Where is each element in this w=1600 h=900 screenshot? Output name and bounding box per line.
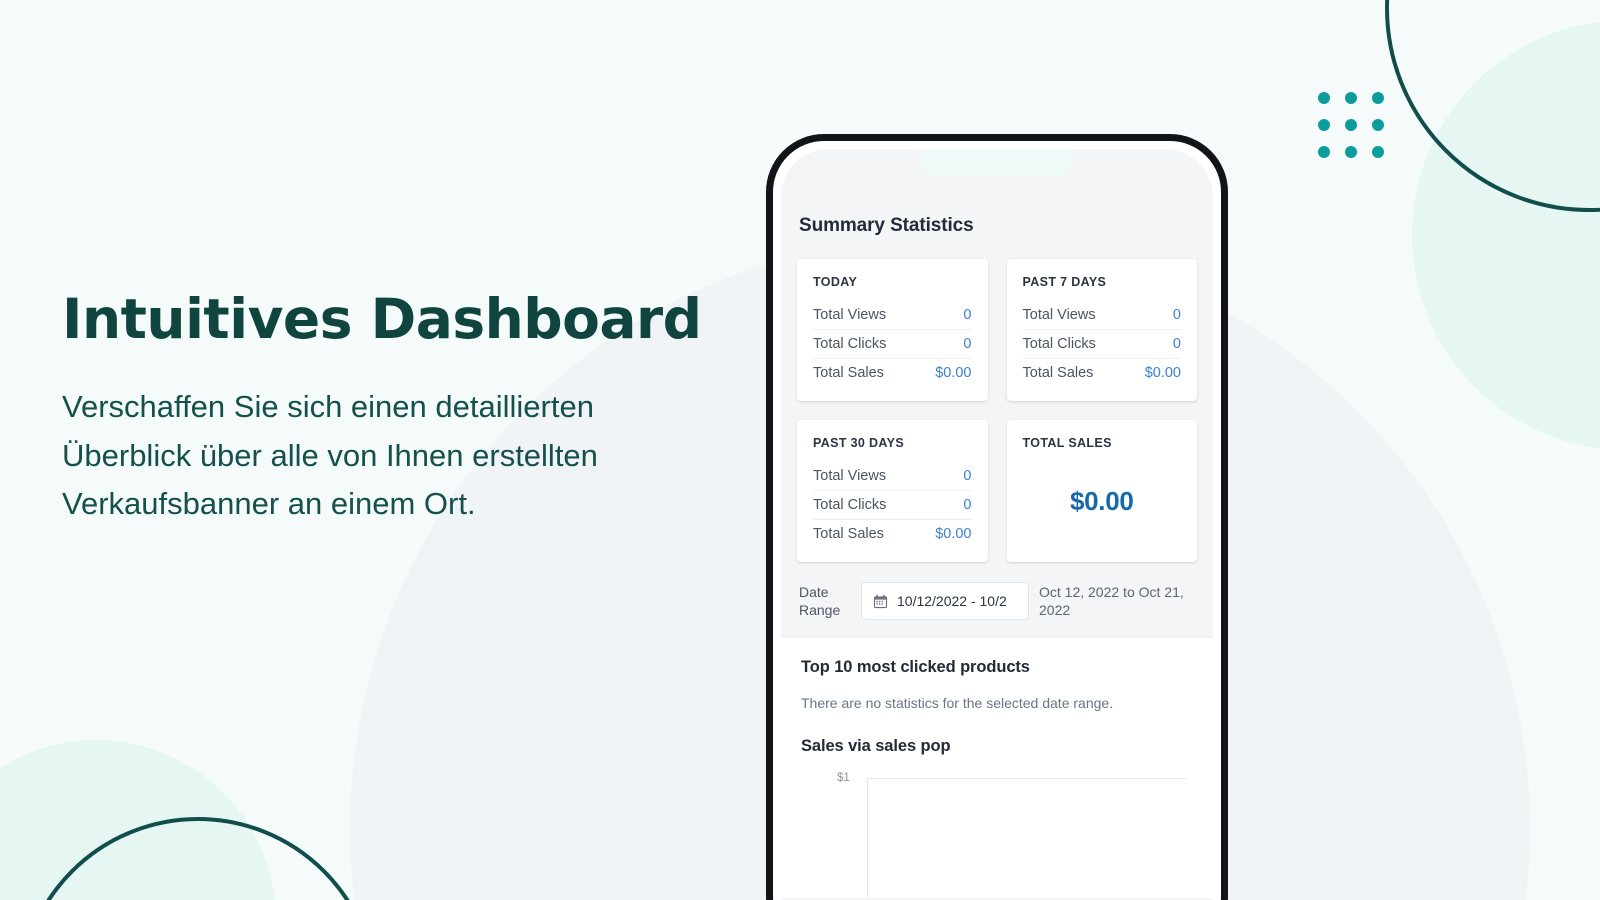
stat-card-total-sales[interactable]: TOTAL SALES $0.00	[1006, 420, 1197, 562]
stat-label: Total Sales	[813, 365, 884, 381]
date-range-row: Date Range 10/12/2022 - 10/2 Oct 12, 202…	[797, 582, 1197, 620]
date-range-label: Date Range	[799, 583, 841, 618]
stat-row: Total Views 0	[1022, 301, 1181, 330]
dot	[1345, 92, 1357, 104]
decor-circle-fill-bottom-left	[0, 740, 276, 900]
stat-row: Total Views 0	[813, 301, 972, 330]
calendar-icon	[873, 594, 888, 609]
marketing-copy: Intuitives Dashboard Verschaffen Sie sic…	[62, 287, 722, 528]
promo-slide: Intuitives Dashboard Verschaffen Sie sic…	[0, 0, 1600, 900]
stat-value: $0.00	[935, 526, 972, 542]
stat-label: Total Views	[813, 468, 887, 484]
date-range-value: 10/12/2022 - 10/2	[897, 593, 1007, 609]
stat-row: Total Clicks 0	[813, 491, 972, 520]
stat-card-grid-bottom: PAST 30 DAYS Total Views 0 Total Clicks …	[797, 420, 1197, 562]
dashboard-screen: Summary Statistics TODAY Total Views 0 T…	[781, 149, 1213, 900]
stat-label: Total Views	[813, 307, 887, 323]
top-products-title: Top 10 most clicked products	[801, 658, 1030, 676]
stat-row: Total Sales $0.00	[813, 359, 972, 387]
decor-circle-ring-bottom-left	[18, 817, 378, 900]
stat-label: Total Clicks	[813, 497, 887, 513]
dot	[1372, 92, 1384, 104]
decor-circle-fill-top-right	[1412, 20, 1600, 450]
stat-row: Total Sales $0.00	[813, 520, 972, 548]
stat-label: Total Clicks	[1022, 336, 1096, 352]
total-sales-amount: $0.00	[1069, 485, 1134, 516]
stat-card-label: TODAY	[813, 275, 858, 289]
stat-card-label: TOTAL SALES	[1022, 436, 1112, 450]
stat-value: 0	[1172, 336, 1181, 352]
screen-title: Summary Statistics	[799, 215, 974, 236]
top-products-empty-message: There are no statistics for the selected…	[801, 695, 1114, 711]
dot	[1318, 92, 1330, 104]
stat-value: $0.00	[1144, 365, 1181, 381]
stat-value: 0	[963, 336, 972, 352]
decor-circle-ring-top-right	[1385, 0, 1600, 212]
stat-card-today[interactable]: TODAY Total Views 0 Total Clicks 0 Total…	[797, 259, 988, 401]
stat-row: Total Clicks 0	[1022, 330, 1181, 359]
phone-screen-area: Summary Statistics TODAY Total Views 0 T…	[781, 149, 1213, 900]
phone-mockup: Summary Statistics TODAY Total Views 0 T…	[766, 134, 1228, 900]
stat-value: 0	[1172, 307, 1181, 323]
stat-card-label: PAST 30 DAYS	[813, 436, 905, 450]
sales-chart: $1	[811, 772, 1193, 898]
stat-row: Total Clicks 0	[813, 330, 972, 359]
dot	[1318, 146, 1330, 158]
stat-label: Total Clicks	[813, 336, 887, 352]
stat-value: 0	[963, 497, 972, 513]
reports-panel: Top 10 most clicked products There are n…	[781, 638, 1213, 898]
date-range-resolved: Oct 12, 2022 to Oct 21, 2022	[1039, 583, 1184, 618]
stat-card-past-7-days[interactable]: PAST 7 DAYS Total Views 0 Total Clicks 0…	[1006, 259, 1197, 401]
dot	[1345, 146, 1357, 158]
stat-label: Total Views	[1022, 307, 1096, 323]
dot	[1318, 119, 1330, 131]
stat-label: Total Sales	[1022, 365, 1094, 381]
dot-grid-decoration	[1318, 92, 1384, 158]
stat-row: Total Views 0	[813, 462, 972, 491]
stat-card-past-30-days[interactable]: PAST 30 DAYS Total Views 0 Total Clicks …	[797, 420, 988, 562]
stat-card-label: PAST 7 DAYS	[1022, 275, 1107, 289]
stat-label: Total Sales	[813, 526, 884, 542]
dot	[1372, 119, 1384, 131]
phone-notch	[921, 149, 1073, 177]
marketing-body: Verschaffen Sie sich einen detaillierten…	[62, 389, 598, 522]
stat-card-grid-top: TODAY Total Views 0 Total Clicks 0 Total…	[797, 259, 1197, 401]
stat-value: 0	[963, 307, 972, 323]
page-title: Intuitives Dashboard	[62, 287, 702, 351]
date-range-input[interactable]: 10/12/2022 - 10/2	[861, 582, 1029, 620]
stat-value: $0.00	[935, 365, 972, 381]
stat-value: 0	[963, 468, 972, 484]
stat-row: Total Sales $0.00	[1023, 359, 1182, 387]
chart-plot-area	[867, 778, 1187, 898]
sales-chart-title: Sales via sales pop	[801, 737, 951, 755]
dot	[1345, 119, 1357, 131]
dot	[1372, 146, 1384, 158]
chart-y-axis-tick: $1	[837, 772, 850, 784]
